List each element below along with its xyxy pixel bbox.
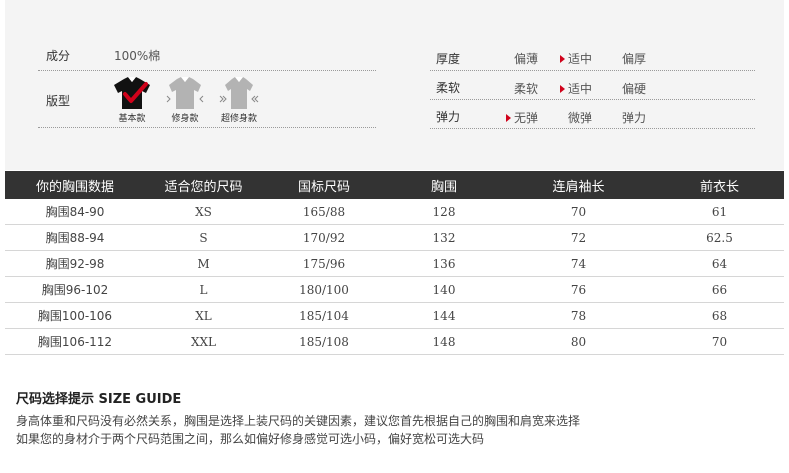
table-cell: 70: [655, 328, 784, 355]
table-cell: 140: [386, 276, 502, 303]
table-cell: 62.5: [655, 224, 784, 251]
rating-label-thickness: 厚度: [436, 52, 461, 66]
table-cell: 68: [655, 302, 784, 329]
table-cell: XS: [145, 199, 262, 225]
table-cell: XL: [145, 302, 262, 329]
selected-marker-icon: [560, 85, 565, 93]
fit-option-basic: 基本款: [107, 76, 157, 124]
table-cell: 70: [502, 199, 655, 225]
table-cell: 胸围92-98: [5, 250, 145, 277]
table-row: 胸围106-112 XXL 185/108 148 80 70: [5, 328, 784, 355]
table-cell: 185/108: [262, 328, 386, 355]
material-row: 成分 100%棉: [46, 42, 376, 70]
table-cell: 144: [386, 302, 502, 329]
rating-option-selected: 无弹: [506, 109, 538, 126]
table-cell: 78: [502, 302, 655, 329]
table-cell: S: [145, 224, 262, 251]
table-cell: 72: [502, 224, 655, 251]
table-cell: XXL: [145, 328, 262, 355]
shirt-extra-slim-icon: [219, 77, 259, 109]
divider: [430, 99, 755, 100]
column-header: 国标尺码: [297, 179, 350, 195]
divider: [38, 127, 376, 128]
size-guide-text: 身高体重和尺码没有必然关系，胸围是选择上装尺码的关键因素，建议您首先根据自己的胸…: [16, 414, 581, 428]
column-header: 胸围: [430, 179, 457, 195]
table-cell: 胸围96-102: [5, 276, 145, 303]
table-cell: 132: [386, 224, 502, 251]
table-cell: 185/104: [262, 302, 386, 329]
rating-option: 偏厚: [622, 52, 647, 66]
shirt-slim-icon: [166, 77, 204, 109]
table-row: 胸围88-94 S 170/92 132 72 62.5: [5, 224, 784, 251]
table-row: 胸围92-98 M 175/96 136 74 64: [5, 250, 784, 277]
size-guide-text: 如果您的身材介于两个尺码范围之间，那么如偏好修身感觉可选小码，偏好宽松可选大码: [16, 432, 485, 446]
table-cell: 胸围106-112: [5, 328, 145, 355]
fit-option-slim: 修身款: [160, 76, 210, 124]
table-cell: 128: [386, 199, 502, 225]
fit-option-extra-slim: 超修身款: [214, 76, 264, 124]
rating-option-selected: 适中: [560, 50, 592, 67]
table-row: 胸围96-102 L 180/100 140 76 66: [5, 276, 784, 303]
table-cell: 80: [502, 328, 655, 355]
fit-option-label: 基本款: [118, 114, 146, 124]
size-guide-title: 尺码选择提示 SIZE GUIDE: [16, 392, 182, 407]
column-header: 前衣长: [699, 179, 739, 195]
table-cell: 170/92: [262, 224, 386, 251]
rating-option: 偏薄: [514, 52, 539, 66]
fit-option-label: 修身款: [171, 114, 199, 124]
table-cell: 74: [502, 250, 655, 277]
rating-option: 柔软: [514, 82, 539, 96]
divider: [430, 128, 755, 129]
table-cell: 148: [386, 328, 502, 355]
table-cell: 175/96: [262, 250, 386, 277]
table-cell: 180/100: [262, 276, 386, 303]
rating-label-elasticity: 弹力: [436, 110, 461, 124]
size-table: 你的胸围数据 适合您的尺码 国标尺码 胸围 连肩袖长 前衣长 胸围84-90 X…: [5, 171, 784, 355]
table-cell: 136: [386, 250, 502, 277]
table-cell: M: [145, 250, 262, 277]
material-value: 100%棉: [114, 49, 161, 63]
table-cell: 胸围100-106: [5, 302, 145, 329]
selected-marker-icon: [506, 114, 511, 122]
divider: [38, 70, 376, 71]
table-cell: L: [145, 276, 262, 303]
table-row: 胸围84-90 XS 165/88 128 70 61: [5, 199, 784, 225]
table-cell: 66: [655, 276, 784, 303]
table-cell: 胸围88-94: [5, 224, 145, 251]
table-cell: 胸围84-90: [5, 199, 145, 225]
rating-option: 偏硬: [622, 82, 647, 96]
table-cell: 165/88: [262, 199, 386, 225]
rating-option: 微弹: [568, 111, 593, 125]
column-header: 你的胸围数据: [35, 179, 114, 195]
rating-option-selected: 适中: [560, 80, 592, 97]
table-header-row: 你的胸围数据 适合您的尺码 国标尺码 胸围 连肩袖长 前衣长: [5, 171, 784, 199]
fit-label: 版型: [46, 94, 71, 108]
rating-label-softness: 柔软: [436, 81, 461, 95]
shirt-basic-icon: [114, 77, 150, 109]
table-cell: 76: [502, 276, 655, 303]
column-header: 连肩袖长: [552, 179, 605, 195]
table-row: 胸围100-106 XL 185/104 144 78 68: [5, 302, 784, 329]
material-label: 成分: [46, 49, 71, 63]
fit-option-label: 超修身款: [220, 114, 257, 124]
table-cell: 61: [655, 199, 784, 225]
fit-row: 版型: [46, 87, 106, 115]
divider: [430, 70, 755, 71]
selected-marker-icon: [560, 55, 565, 63]
column-header: 适合您的尺码: [164, 179, 243, 195]
table-cell: 64: [655, 250, 784, 277]
rating-option: 弹力: [622, 111, 647, 125]
